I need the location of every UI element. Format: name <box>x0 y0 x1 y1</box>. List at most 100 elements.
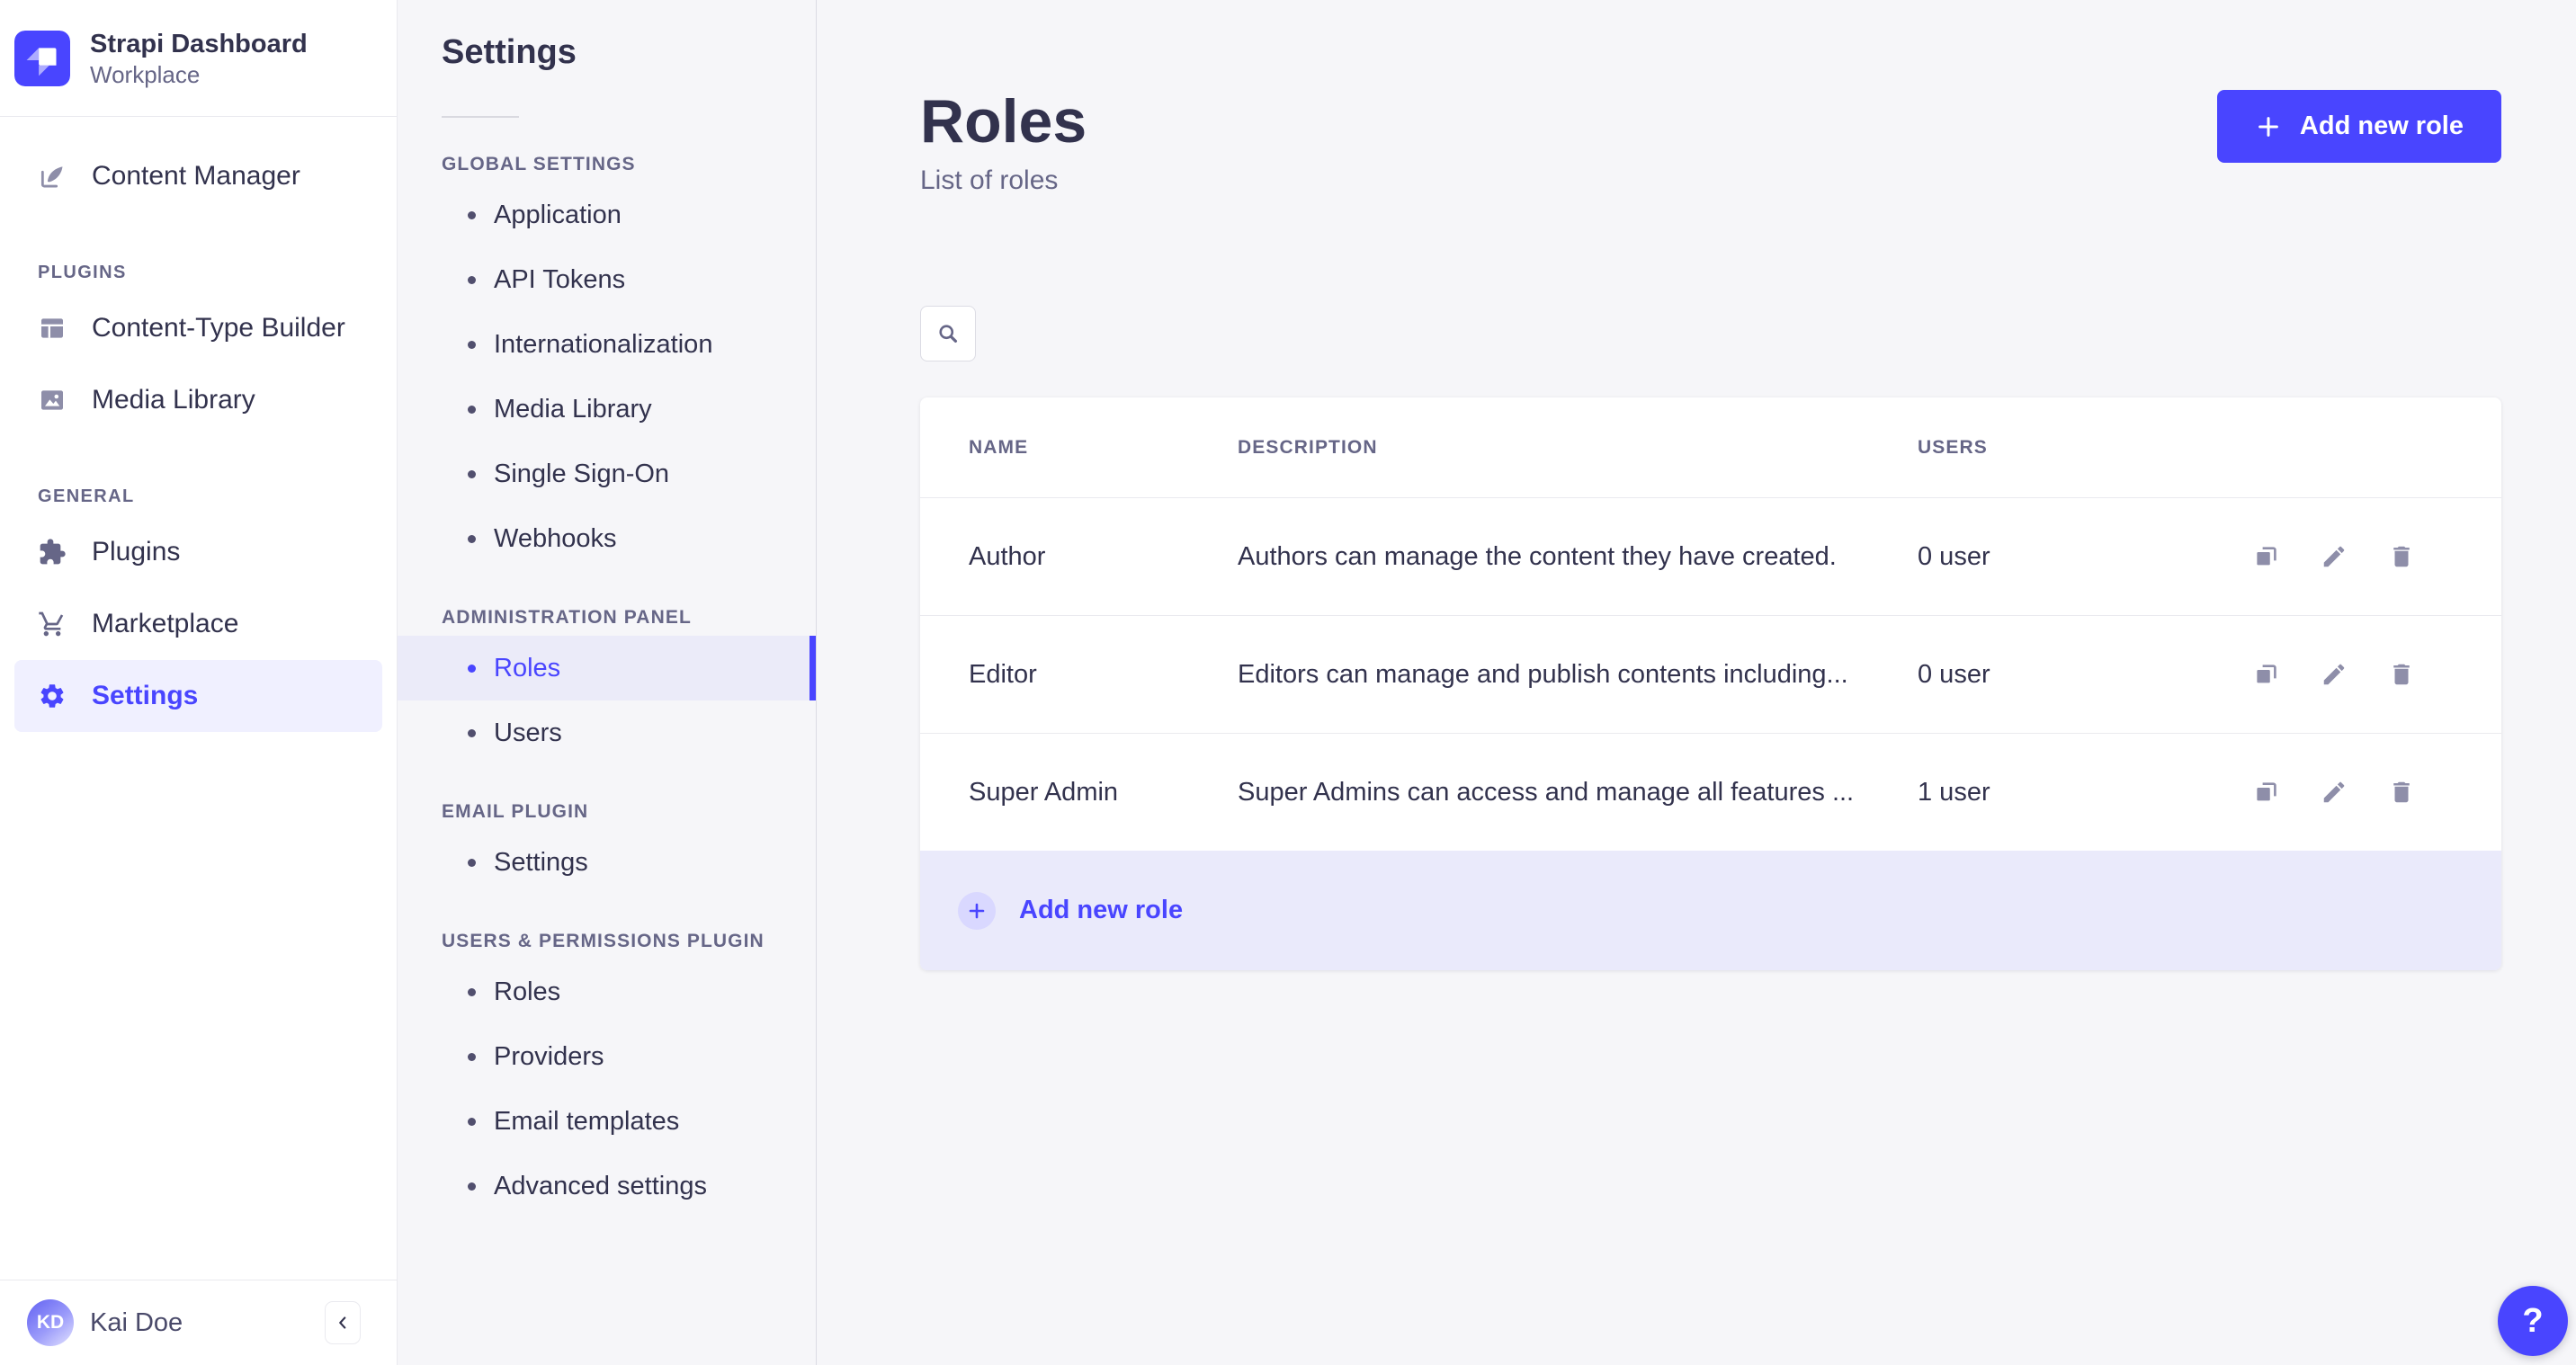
sidebar-item-label: Media Library <box>92 385 255 415</box>
bullet-icon <box>468 664 476 673</box>
trash-icon <box>2393 664 2410 685</box>
sidebar-section-general: GENERAL <box>38 486 135 506</box>
table-row-editor[interactable]: Editor Editors can manage and publish co… <box>920 615 2501 733</box>
sidebar-item-settings[interactable]: Settings <box>14 660 382 732</box>
sidebar-item-plugins[interactable]: Plugins <box>14 516 382 588</box>
role-description: Authors can manage the content they have… <box>1238 541 1837 571</box>
page-subtitle: List of roles <box>920 165 1059 195</box>
trash-icon <box>2393 781 2410 803</box>
subnav-item-roles[interactable]: Roles <box>398 636 816 700</box>
sidebar-item-content-type-builder[interactable]: Content-Type Builder <box>14 292 382 364</box>
brand-subtitle: Workplace <box>90 60 201 88</box>
sidebar-item-label: Marketplace <box>92 609 239 638</box>
row-actions <box>2253 779 2415 806</box>
subnav-item-email-templates[interactable]: Email templates <box>398 1089 816 1154</box>
edit-role-button[interactable] <box>2321 779 2348 806</box>
brand-title: Strapi Dashboard <box>90 29 308 58</box>
bullet-icon <box>468 275 476 284</box>
main-content: Roles List of roles Add new role NAME DE… <box>817 0 2576 1365</box>
subnav-item-email-settings[interactable]: Settings <box>398 830 816 895</box>
edit-role-button[interactable] <box>2321 661 2348 688</box>
duplicate-icon <box>2257 665 2276 683</box>
pencil-icon <box>2323 664 2345 685</box>
pencil-icon <box>2323 781 2345 803</box>
role-users-count: 0 user <box>1918 659 1990 689</box>
content-manager-icon <box>38 162 67 191</box>
subnav-divider <box>442 116 519 118</box>
row-actions <box>2253 661 2415 688</box>
role-name: Author <box>969 541 1046 571</box>
subnav-item-advanced-settings[interactable]: Advanced settings <box>398 1154 816 1218</box>
brand-text: Strapi Dashboard Workplace <box>90 28 308 89</box>
trash-icon <box>2393 546 2410 567</box>
subnav-item-users[interactable]: Users <box>398 700 816 765</box>
plus-circle-icon <box>958 891 996 930</box>
duplicate-role-button[interactable] <box>2253 543 2280 570</box>
bullet-icon <box>468 469 476 478</box>
column-header-users: USERS <box>1918 436 1988 458</box>
role-users-count: 0 user <box>1918 541 1990 571</box>
sidebar-section-plugins: PLUGINS <box>38 263 127 282</box>
sidebar-nav: Content Manager PLUGINS Content-Type Bui… <box>0 117 397 732</box>
edit-role-button[interactable] <box>2321 543 2348 570</box>
bullet-icon <box>468 1117 476 1126</box>
chevron-left-icon <box>339 1316 346 1329</box>
role-users-count: 1 user <box>1918 777 1990 807</box>
sidebar-item-media-library[interactable]: Media Library <box>14 364 382 436</box>
bullet-icon <box>468 987 476 996</box>
role-description: Editors can manage and publish contents … <box>1238 659 1848 689</box>
main-sidebar: Strapi Dashboard Workplace Content Manag… <box>0 0 398 1365</box>
role-description: Super Admins can access and manage all f… <box>1238 777 1855 807</box>
role-name: Super Admin <box>969 777 1119 807</box>
avatar[interactable]: KD <box>27 1299 74 1346</box>
delete-role-button[interactable] <box>2388 543 2415 570</box>
strapi-logo <box>14 30 70 86</box>
duplicate-role-button[interactable] <box>2253 779 2280 806</box>
subnav-item-application[interactable]: Application <box>398 183 816 247</box>
subnav-item-providers[interactable]: Providers <box>398 1024 816 1089</box>
sidebar-item-content-manager[interactable]: Content Manager <box>14 140 382 212</box>
table-add-new-role[interactable]: Add new role <box>920 851 2501 970</box>
search-button[interactable] <box>920 306 976 361</box>
sidebar-item-label: Content-Type Builder <box>92 313 345 343</box>
row-actions <box>2253 543 2415 570</box>
sidebar-item-marketplace[interactable]: Marketplace <box>14 588 382 660</box>
delete-role-button[interactable] <box>2388 779 2415 806</box>
delete-role-button[interactable] <box>2388 661 2415 688</box>
subnav-item-single-sign-on[interactable]: Single Sign-On <box>398 442 816 506</box>
column-header-description: DESCRIPTION <box>1238 436 1378 458</box>
workspace-brand[interactable]: Strapi Dashboard Workplace <box>0 0 397 117</box>
search-icon <box>939 325 958 343</box>
column-header-name: NAME <box>969 436 1029 458</box>
collapse-sidebar-button[interactable] <box>325 1301 361 1344</box>
subnav-item-api-tokens[interactable]: API Tokens <box>398 247 816 312</box>
duplicate-icon <box>2257 782 2276 801</box>
subnav-section-administration-panel: ADMINISTRATION PANEL <box>442 607 692 628</box>
subnav-item-media-library[interactable]: Media Library <box>398 377 816 442</box>
user-name: Kai Doe <box>90 1307 183 1337</box>
plus-icon <box>2258 116 2278 137</box>
sidebar-item-label: Content Manager <box>92 161 300 191</box>
subnav-item-internationalization[interactable]: Internationalization <box>398 312 816 377</box>
table-header-row: NAME DESCRIPTION USERS <box>920 397 2501 497</box>
table-row-super-admin[interactable]: Super Admin Super Admins can access and … <box>920 733 2501 851</box>
bullet-icon <box>468 534 476 543</box>
puzzle-icon <box>38 538 67 567</box>
add-new-role-label: Add new role <box>1019 896 1184 924</box>
content-type-builder-icon <box>38 314 67 343</box>
table-row-author[interactable]: Author Authors can manage the content th… <box>920 497 2501 615</box>
subnav-section-users-permissions-plugin: USERS & PERMISSIONS PLUGIN <box>442 931 765 951</box>
sidebar-item-label: Plugins <box>92 537 181 567</box>
subnav-item-up-roles[interactable]: Roles <box>398 959 816 1024</box>
page-title-block: Roles List of roles <box>920 86 1087 196</box>
subnav-item-webhooks[interactable]: Webhooks <box>398 506 816 571</box>
subnav-section-global-settings: GLOBAL SETTINGS <box>442 154 636 174</box>
settings-subnav: Settings GLOBAL SETTINGS Application API… <box>398 0 817 1365</box>
sidebar-item-label: Settings <box>92 681 199 710</box>
duplicate-role-button[interactable] <box>2253 661 2280 688</box>
gear-icon <box>38 682 67 710</box>
cart-icon <box>38 610 67 638</box>
role-name: Editor <box>969 659 1037 689</box>
add-new-role-button[interactable]: Add new role <box>2216 90 2501 163</box>
help-button[interactable]: ? <box>2498 1286 2568 1356</box>
